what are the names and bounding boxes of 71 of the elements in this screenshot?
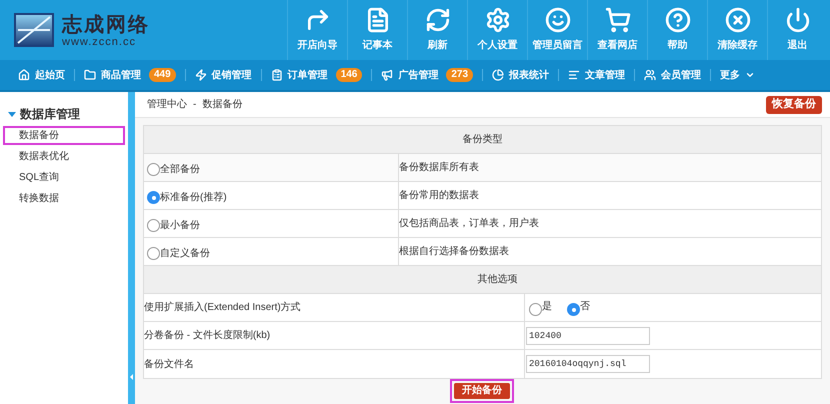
settings-icon [484, 7, 510, 33]
triangle-icon [8, 112, 16, 116]
option-label: 备份文件名 [144, 350, 525, 378]
option-label: 使用扩展插入(Extended Insert)方式 [144, 294, 525, 321]
power-icon [784, 7, 810, 33]
pie-chart-icon [492, 69, 504, 81]
backup-option[interactable]: 标准备份(推荐) [144, 182, 399, 209]
refresh-icon [424, 7, 450, 33]
option-description: 根据自行选择备份数据表 [399, 244, 509, 259]
lines-icon [568, 69, 580, 81]
section-heading: 其他选项 [144, 266, 821, 294]
logo-icon [14, 13, 54, 47]
close-icon [724, 7, 750, 33]
backup-option[interactable]: 全部备份 [144, 154, 399, 181]
radio-button[interactable] [147, 191, 160, 204]
logo-url: www.zccn.cc [62, 36, 137, 48]
option-label: 标准备份(推荐) [160, 190, 227, 205]
input-field[interactable]: 20160104oqqynj.sql [526, 355, 650, 373]
radio-button[interactable] [147, 247, 160, 260]
lightning-icon [194, 69, 207, 81]
backup-option[interactable]: 自定义备份 [144, 238, 399, 265]
nav-item[interactable]: 广告管理 273 [381, 68, 474, 82]
clipboard-icon [270, 69, 283, 81]
option-label: 全部备份 [160, 162, 200, 177]
option-description: 仅包括商品表，订单表，用户表 [399, 216, 539, 231]
breadcrumb-item[interactable]: 管理中心 [147, 97, 187, 112]
sidebar-item[interactable]: 数据备份 [3, 126, 125, 145]
option-label: 分卷备份 - 文件长度限制(kb) [144, 322, 525, 349]
nav-item[interactable]: 报表统计 [492, 68, 550, 82]
sidebar-item[interactable]: SQL查询 [3, 168, 125, 187]
count-badge: 449 [149, 68, 176, 82]
help-icon [664, 7, 690, 33]
sidebar-group[interactable]: 数据库管理 [0, 104, 128, 124]
megaphone-icon [381, 69, 394, 81]
option-description: 备份常用的数据表 [399, 188, 479, 203]
radio-button[interactable] [147, 163, 160, 176]
option-label: 否 [580, 300, 590, 314]
nav-item[interactable]: 促销管理 [194, 68, 252, 82]
radio-option[interactable]: 是 [526, 299, 552, 316]
nav-item[interactable]: 文章管理 [568, 68, 626, 82]
breadcrumb-item: - [193, 98, 196, 112]
option-description: 备份数据库所有表 [399, 160, 479, 175]
option-label: 自定义备份 [160, 246, 210, 261]
users-icon [644, 69, 656, 81]
backup-option[interactable]: 最小备份 [144, 210, 399, 237]
radio-button[interactable] [567, 303, 580, 316]
radio-option[interactable]: 否 [564, 299, 590, 316]
folder-icon [84, 69, 96, 81]
smiley-icon [544, 7, 570, 33]
count-badge: 146 [336, 68, 362, 82]
cart-icon [604, 7, 630, 33]
home-icon [18, 69, 30, 81]
nav-item[interactable]: 起始页 [18, 68, 65, 82]
count-badge: 273 [446, 68, 474, 82]
logo-title: 志成网络 [62, 12, 150, 36]
nav-item[interactable]: 商品管理 449 [84, 68, 176, 82]
sidebar-item[interactable]: 转换数据 [3, 189, 125, 208]
nav-item[interactable]: 更多 [720, 68, 756, 82]
start-backup-button[interactable]: 开始备份 [450, 379, 514, 403]
radio-button[interactable] [529, 303, 542, 316]
option-label: 是 [542, 300, 552, 314]
section-heading: 备份类型 [144, 126, 821, 154]
nav-item[interactable]: 会员管理 [644, 68, 702, 82]
input-field[interactable]: 102400 [526, 326, 650, 344]
nav-item[interactable]: 订单管理 146 [270, 68, 362, 82]
radio-button[interactable] [147, 219, 160, 232]
caret-icon [745, 70, 756, 80]
breadcrumb-item: 数据备份 [202, 98, 242, 112]
restore-button[interactable]: 恢复备份 [766, 96, 822, 114]
option-label: 最小备份 [160, 218, 200, 233]
sidebar-item[interactable]: 数据表优化 [3, 147, 125, 166]
